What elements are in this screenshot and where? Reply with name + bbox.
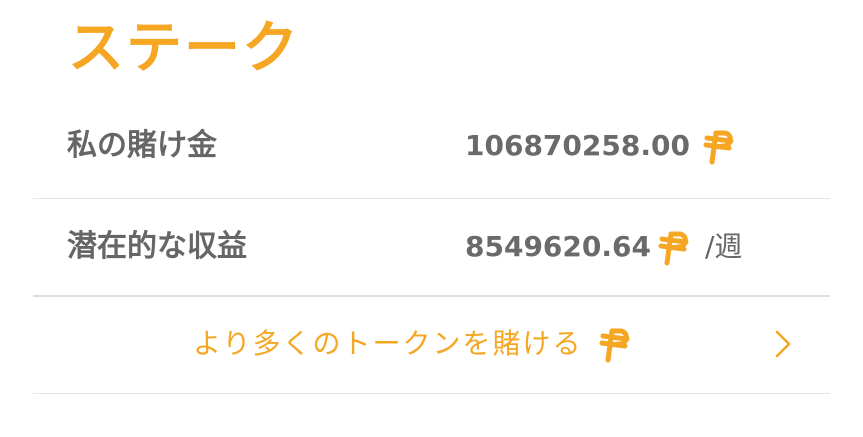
my-stake-label: 私の賭け金 <box>67 128 217 163</box>
bottom-divider <box>33 393 830 394</box>
my-stake-row: 私の賭け金 106870258.00 <box>33 98 830 196</box>
token-coin-icon <box>599 328 630 363</box>
my-stake-value: 106870258.00 <box>465 129 690 162</box>
chevron-right-icon[interactable] <box>774 329 792 359</box>
potential-earnings-value: 8549620.64 <box>465 230 651 263</box>
page-title: ステーク <box>68 16 300 81</box>
stake-more-tokens-label: より多くのトークンを賭ける <box>193 327 583 360</box>
stake-more-tokens-button[interactable]: より多くのトークンを賭ける <box>193 319 632 369</box>
token-coin-icon <box>658 231 689 266</box>
per-week-unit: /週 <box>704 230 743 263</box>
stake-more-tokens-row[interactable]: より多くのトークンを賭ける <box>33 295 830 394</box>
potential-earnings-row: 潜在的な収益 8549620.64 /週 <box>33 198 830 296</box>
token-coin-icon <box>703 130 734 165</box>
potential-earnings-label: 潜在的な収益 <box>67 229 247 264</box>
my-stake-value-group: 106870258.00 <box>465 124 736 168</box>
potential-earnings-value-group: 8549620.64 /週 <box>465 225 742 269</box>
